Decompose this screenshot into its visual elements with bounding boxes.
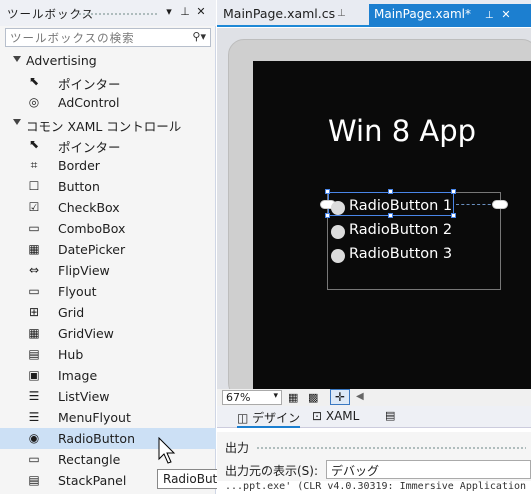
output-source-label: 出力元の表示(S): <box>225 464 319 478</box>
app-title-text[interactable]: Win 8 App <box>328 114 476 148</box>
zoom-select[interactable]: 67% ▾ <box>222 390 282 405</box>
output-log-text: ...ppt.exe' (CLR v4.0.30319: Immersive A… <box>217 481 531 494</box>
chevron-down-icon: ▾ <box>273 391 278 401</box>
toolbox-item[interactable]: ⇔ FlipView <box>0 260 216 281</box>
radio-circle-icon <box>331 249 345 263</box>
toolbox-item-icon: ⌗ <box>30 158 38 172</box>
toolbox-item-icon: ▭ <box>28 221 40 235</box>
toolbox-item-icon: ▤ <box>28 347 40 361</box>
tab-xaml[interactable]: ⊡ XAML <box>312 409 359 423</box>
toolbox-item[interactable]: ◉ RadioButton <box>0 428 216 449</box>
document-tab-strip: MainPage.xaml.cs ⊥ MainPage.xaml* ⊥ ✕ <box>217 0 531 27</box>
toolbox-item[interactable]: ▭ Flyout <box>0 281 216 302</box>
resize-handle[interactable] <box>325 213 330 218</box>
toolbox-item-icon: ⬉ <box>28 137 40 151</box>
toolbox-item-icon: ▭ <box>28 452 40 466</box>
pin-icon[interactable]: ⊥ <box>485 10 494 21</box>
toolbox-item-icon: ▣ <box>28 368 40 382</box>
mouse-cursor-icon <box>158 436 178 468</box>
pin-icon[interactable]: ⊥ <box>178 5 192 19</box>
search-placeholder: ツールボックスの検索 <box>10 31 135 45</box>
toolbox-item-icon: ☰ <box>28 410 40 424</box>
radio-circle-icon <box>331 225 345 239</box>
toolbox-item[interactable]: ☑ CheckBox <box>0 197 216 218</box>
design-icon: ◫ <box>237 411 253 425</box>
toolbox-item-icon: ☰ <box>28 389 40 403</box>
radio-circle-icon <box>331 201 345 215</box>
toolbox-item[interactable]: ☰ MenuFlyout <box>0 407 216 428</box>
margin-guide <box>456 204 496 205</box>
resize-handle[interactable] <box>451 189 456 194</box>
toolbox-item-icon: ▭ <box>28 284 40 298</box>
dropdown-icon[interactable]: ▾ <box>162 5 176 19</box>
toolbox-item[interactable]: ◎ AdControl <box>0 92 216 113</box>
toolbox-item[interactable]: ⌗ Border <box>0 155 216 176</box>
toolbox-item[interactable]: ▦ GridView <box>0 323 216 344</box>
pin-icon[interactable]: ⊥ <box>337 8 346 19</box>
toolbox-item-icon: ☐ <box>28 179 40 193</box>
toolbox-item[interactable]: ⬉ ポインター <box>0 71 216 92</box>
tab-design[interactable]: ◫ デザイン <box>237 409 301 428</box>
title-grip <box>78 12 158 17</box>
toolbox-item[interactable]: ⬉ ポインター <box>0 134 216 155</box>
toolbox-item[interactable]: ▣ Image <box>0 365 216 386</box>
tab-mainpage-xaml[interactable]: MainPage.xaml* ⊥ ✕ <box>369 4 531 27</box>
toolbox-title-bar: ツールボックス ▾ ⊥ ✕ <box>0 0 216 26</box>
toolbox-search-input[interactable]: ツールボックスの検索 ⚲▾ <box>5 28 211 47</box>
expand-arrow-icon[interactable] <box>13 119 21 125</box>
margin-anchor-icon[interactable] <box>492 200 508 209</box>
toolbox-item-icon: ⬉ <box>28 74 40 88</box>
search-icon[interactable]: ⚲▾ <box>192 30 206 43</box>
toolbox-item[interactable]: ☐ Button <box>0 176 216 197</box>
toolbox-item-icon: ◉ <box>28 431 40 445</box>
toolbox-category[interactable]: Advertising <box>0 50 216 71</box>
resize-handle[interactable] <box>325 189 330 194</box>
scroll-left-icon[interactable]: ◀ <box>356 391 364 402</box>
tab-label: MainPage.xaml* <box>374 7 471 21</box>
toolbox-item-icon: ◎ <box>28 95 40 109</box>
swap-panes-icon[interactable]: ▤ <box>385 409 395 422</box>
toolbox-item[interactable]: ▭ Rectangle <box>0 449 216 470</box>
toolbox-panel: ツールボックス ▾ ⊥ ✕ ツールボックスの検索 ⚲▾ Advertising ⬉… <box>0 0 237 494</box>
close-tab-icon[interactable]: ✕ <box>501 8 510 21</box>
title-grip <box>256 446 526 451</box>
xaml-icon: ⊡ <box>312 409 326 423</box>
toolbox-category[interactable]: コモン XAML コントロール <box>0 113 216 134</box>
toolbox-item[interactable]: ☰ ListView <box>0 386 216 407</box>
toolbox-item[interactable]: ▤ Hub <box>0 344 216 365</box>
toolbox-item-icon: ▦ <box>28 326 40 340</box>
toolbox-item[interactable]: ▦ DatePicker <box>0 239 216 260</box>
tab-mainpage-xaml-cs[interactable]: MainPage.xaml.cs <box>223 6 335 25</box>
toolbox-item-icon: ▦ <box>28 242 40 256</box>
toolbox-item-icon: ⇔ <box>28 263 40 277</box>
resize-handle[interactable] <box>388 189 393 194</box>
snap-grid-icon[interactable]: ▩ <box>308 391 318 404</box>
grid-icon[interactable]: ▦ <box>288 391 298 404</box>
close-icon[interactable]: ✕ <box>194 5 208 19</box>
expand-arrow-icon[interactable] <box>13 56 21 62</box>
view-switch-bar: ◫ デザイン ⊡ XAML ▤ <box>217 406 531 428</box>
output-source-select[interactable]: デバッグ <box>326 460 531 479</box>
toolbox-item[interactable]: ▭ ComboBox <box>0 218 216 239</box>
output-title: 出力 <box>225 441 250 455</box>
toolbox-item[interactable]: ⊞ Grid <box>0 302 216 323</box>
snap-lines-icon[interactable]: ✛ <box>330 389 350 405</box>
toolbox-item-icon: ⊞ <box>28 305 40 319</box>
toolbox-item-icon: ▤ <box>28 473 40 487</box>
toolbox-item-icon: ☑ <box>28 200 40 214</box>
